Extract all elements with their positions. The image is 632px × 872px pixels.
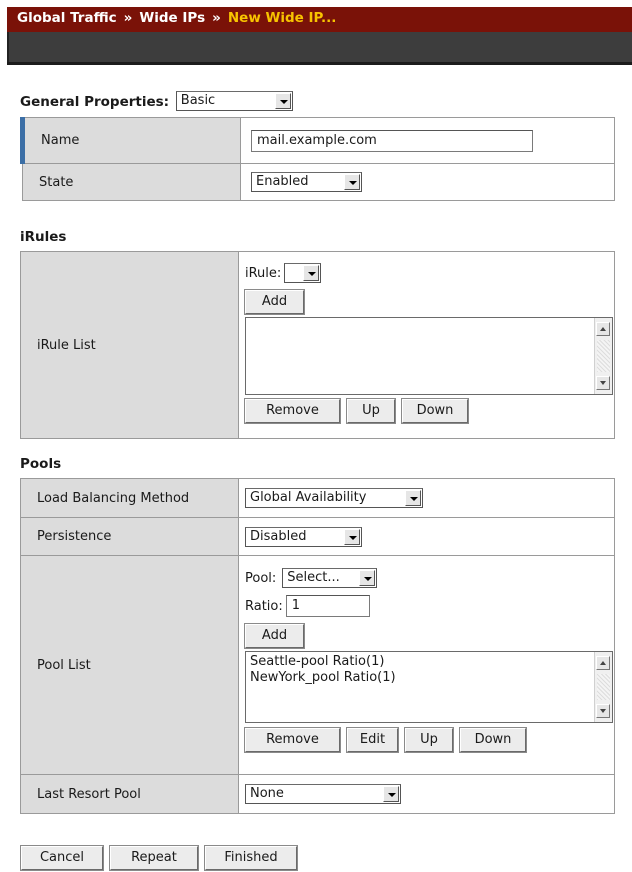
chevron-down-icon [274, 93, 291, 109]
last-resort-label: Last Resort Pool [20, 774, 239, 814]
name-label: Name [20, 117, 241, 164]
pools-heading: Pools [20, 456, 62, 472]
state-label: State [22, 163, 241, 201]
breadcrumb-wide-ips[interactable]: Wide IPs [139, 10, 205, 26]
general-mode-value: Basic [180, 93, 216, 108]
scroll-up-icon[interactable] [596, 322, 610, 336]
ratio-label: Ratio: [245, 598, 283, 614]
irules-heading: iRules [20, 229, 67, 245]
breadcrumb-separator: » [212, 10, 221, 26]
form-actions: Cancel Repeat Finished [20, 845, 298, 871]
pool-remove-button[interactable]: Remove [244, 727, 341, 753]
irules-table: iRule List iRule: Add Remove Up Down [20, 251, 615, 439]
pool-up-button[interactable]: Up [404, 727, 454, 753]
name-input[interactable]: mail.example.com [251, 129, 533, 152]
pool-list-label: Pool List [20, 555, 239, 775]
breadcrumb: Global Traffic » Wide IPs » New Wide IP... [7, 7, 632, 32]
pool-entry-newyork[interactable]: NewYork_pool Ratio(1) [250, 670, 612, 686]
irule-up-button[interactable]: Up [346, 398, 396, 424]
persistence-value: Disabled [250, 528, 307, 544]
irule-listbox[interactable] [245, 317, 613, 395]
general-properties-title: General Properties: [20, 94, 170, 110]
irule-down-button[interactable]: Down [401, 398, 469, 424]
irule-remove-button[interactable]: Remove [244, 398, 341, 424]
breadcrumb-separator: » [123, 10, 133, 26]
pool-down-button[interactable]: Down [459, 727, 527, 753]
irule-select[interactable] [284, 263, 322, 283]
state-select[interactable]: Enabled [251, 172, 362, 192]
last-resort-select[interactable]: None [245, 784, 401, 804]
state-row: State Enabled [22, 163, 615, 201]
repeat-button[interactable]: Repeat [109, 845, 199, 871]
last-resort-value: None [250, 786, 284, 801]
name-row: Name mail.example.com [20, 117, 615, 164]
irule-add-button[interactable]: Add [244, 289, 305, 315]
scroll-down-icon[interactable] [596, 704, 610, 718]
chevron-down-icon [303, 265, 320, 281]
pool-listbox[interactable]: Seattle-pool Ratio(1) NewYork_pool Ratio… [245, 651, 613, 723]
chevron-down-icon [405, 490, 421, 506]
pool-list-row: Pool List Pool: Select... Ratio: 1 Add S… [20, 555, 615, 775]
scrollbar[interactable] [594, 318, 612, 394]
general-mode-select[interactable]: Basic [175, 91, 293, 111]
lb-method-label: Load Balancing Method [20, 478, 239, 518]
chevron-down-icon [344, 174, 360, 190]
irule-list-row: iRule List iRule: Add Remove Up Down [20, 251, 615, 439]
pools-table: Load Balancing Method Global Availabilit… [20, 478, 615, 814]
pool-value: Select... [287, 570, 340, 585]
persistence-row: Persistence Disabled [20, 517, 615, 556]
pool-select[interactable]: Select... [282, 568, 378, 588]
general-properties-table: Name mail.example.com State Enabled [20, 117, 615, 201]
menu-strip-divider [7, 32, 9, 62]
menu-strip [7, 32, 632, 65]
chevron-down-icon [359, 570, 376, 586]
pool-add-button[interactable]: Add [244, 623, 305, 649]
scroll-down-icon[interactable] [596, 376, 610, 390]
chevron-down-icon [344, 528, 360, 545]
scrollbar[interactable] [594, 652, 612, 722]
chevron-down-icon [383, 786, 399, 802]
pool-label: Pool: [245, 570, 277, 586]
irule-list-label: iRule List [20, 251, 239, 439]
cancel-button[interactable]: Cancel [20, 845, 104, 871]
breadcrumb-current: New Wide IP... [227, 10, 337, 26]
scrollbar-track [597, 674, 610, 700]
breadcrumb-global-traffic[interactable]: Global Traffic [17, 10, 117, 26]
finished-button[interactable]: Finished [204, 845, 298, 871]
state-value: Enabled [256, 174, 309, 189]
persistence-label: Persistence [20, 517, 239, 556]
pool-edit-button[interactable]: Edit [346, 727, 399, 753]
general-properties-heading: General Properties: Basic [20, 91, 293, 112]
pool-entry-seattle[interactable]: Seattle-pool Ratio(1) [250, 654, 612, 670]
irule-label: iRule: [245, 265, 282, 281]
scroll-up-icon[interactable] [596, 656, 610, 670]
lb-method-select[interactable]: Global Availability [245, 488, 423, 508]
lb-method-row: Load Balancing Method Global Availabilit… [20, 478, 615, 518]
scrollbar-track [597, 340, 610, 372]
ratio-input[interactable]: 1 [285, 595, 370, 617]
last-resort-row: Last Resort Pool None [20, 774, 615, 814]
persistence-select[interactable]: Disabled [245, 526, 362, 547]
lb-method-value: Global Availability [250, 490, 367, 505]
